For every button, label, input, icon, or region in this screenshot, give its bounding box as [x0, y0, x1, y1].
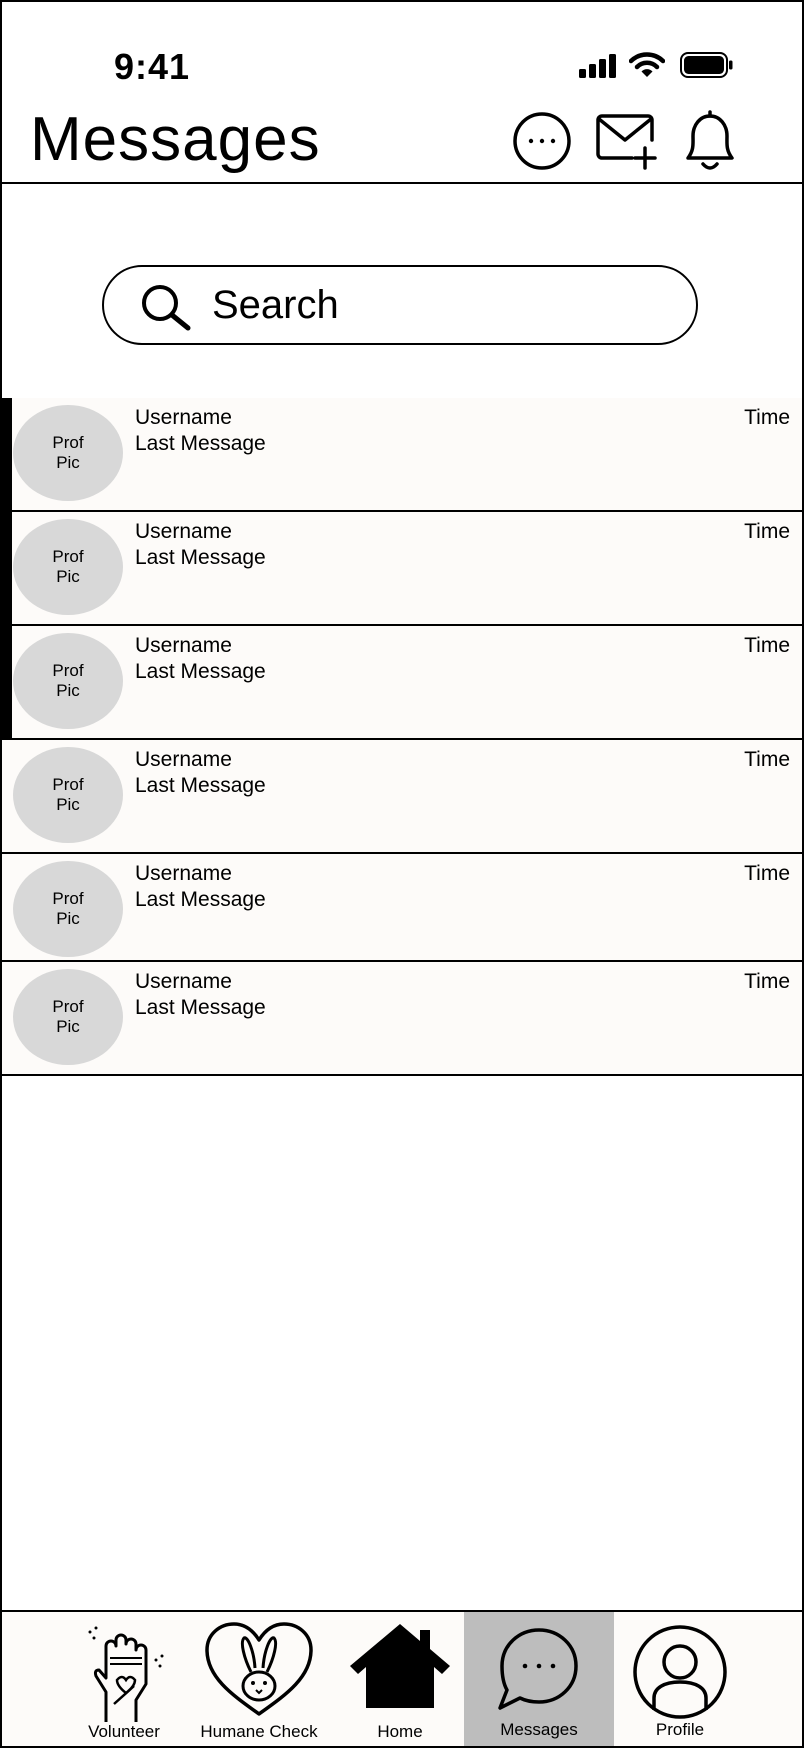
status-time: 9:41: [114, 46, 191, 87]
notification-bell-icon[interactable]: [682, 110, 738, 174]
phone-frame: 9:41 Messages Search Prof Pic Username L…: [0, 0, 804, 1748]
last-message: Last Message: [135, 432, 266, 455]
profile-icon: [633, 1625, 727, 1719]
search-input[interactable]: Search: [102, 265, 698, 345]
unread-indicator: [2, 626, 12, 738]
message-time: Time: [744, 970, 790, 993]
nav-messages-label: Messages: [500, 1720, 578, 1739]
nav-profile-label: Profile: [655, 1720, 705, 1739]
nav-humane-check[interactable]: Humane Check: [190, 1612, 328, 1746]
username: Username: [135, 970, 232, 993]
last-message: Last Message: [135, 546, 266, 569]
message-time: Time: [744, 748, 790, 771]
search-icon: [142, 285, 191, 331]
nav-volunteer[interactable]: Volunteer: [62, 1612, 186, 1746]
last-message: Last Message: [135, 660, 266, 683]
avatar: Prof Pic: [13, 633, 123, 729]
message-time: Time: [744, 406, 790, 429]
page-title: Messages: [30, 105, 321, 174]
status-bar: 9:41: [2, 2, 802, 102]
nav-humane-check-label: Humane Check: [200, 1722, 318, 1741]
username: Username: [135, 748, 232, 771]
avatar: Prof Pic: [13, 519, 123, 615]
username: Username: [135, 406, 232, 429]
battery-icon: [680, 52, 733, 78]
avatar: Prof Pic: [13, 969, 123, 1065]
username: Username: [135, 862, 232, 885]
volunteer-hand-icon: [88, 1626, 164, 1722]
unread-indicator: [2, 398, 12, 510]
nav-profile[interactable]: Profile: [628, 1612, 732, 1746]
message-time: Time: [744, 862, 790, 885]
avatar: Prof Pic: [13, 747, 123, 843]
nav-messages[interactable]: Messages: [464, 1612, 614, 1746]
more-options-icon[interactable]: [512, 111, 572, 171]
nav-home[interactable]: Home: [346, 1612, 454, 1746]
home-icon: [350, 1624, 450, 1708]
message-row[interactable]: Prof Pic Username Last Message Time: [2, 740, 802, 854]
message-row[interactable]: Prof Pic Username Last Message Time: [2, 626, 802, 740]
cellular-signal-icon: [579, 54, 616, 78]
wifi-icon: [629, 52, 665, 77]
bottom-nav: Volunteer Humane Check Home Messages Pro…: [2, 1610, 802, 1746]
avatar: Prof Pic: [13, 405, 123, 501]
last-message: Last Message: [135, 888, 266, 911]
unread-indicator: [2, 512, 12, 624]
message-row[interactable]: Prof Pic Username Last Message Time: [2, 512, 802, 626]
nav-home-label: Home: [377, 1722, 423, 1741]
message-list: Prof Pic Username Last Message Time Prof…: [2, 398, 802, 1076]
messages-bubble-icon: [498, 1628, 578, 1710]
humane-check-rabbit-icon: [205, 1622, 313, 1716]
nav-volunteer-label: Volunteer: [88, 1722, 160, 1741]
message-time: Time: [744, 634, 790, 657]
header: Messages: [2, 102, 802, 184]
message-time: Time: [744, 520, 790, 543]
search-section: Search: [2, 184, 802, 400]
new-message-icon[interactable]: [596, 114, 658, 170]
search-placeholder: Search: [212, 283, 339, 327]
message-row[interactable]: Prof Pic Username Last Message Time: [2, 854, 802, 962]
message-row[interactable]: Prof Pic Username Last Message Time: [2, 398, 802, 512]
avatar: Prof Pic: [13, 861, 123, 957]
last-message: Last Message: [135, 996, 266, 1019]
message-row[interactable]: Prof Pic Username Last Message Time: [2, 962, 802, 1076]
username: Username: [135, 634, 232, 657]
last-message: Last Message: [135, 774, 266, 797]
username: Username: [135, 520, 232, 543]
